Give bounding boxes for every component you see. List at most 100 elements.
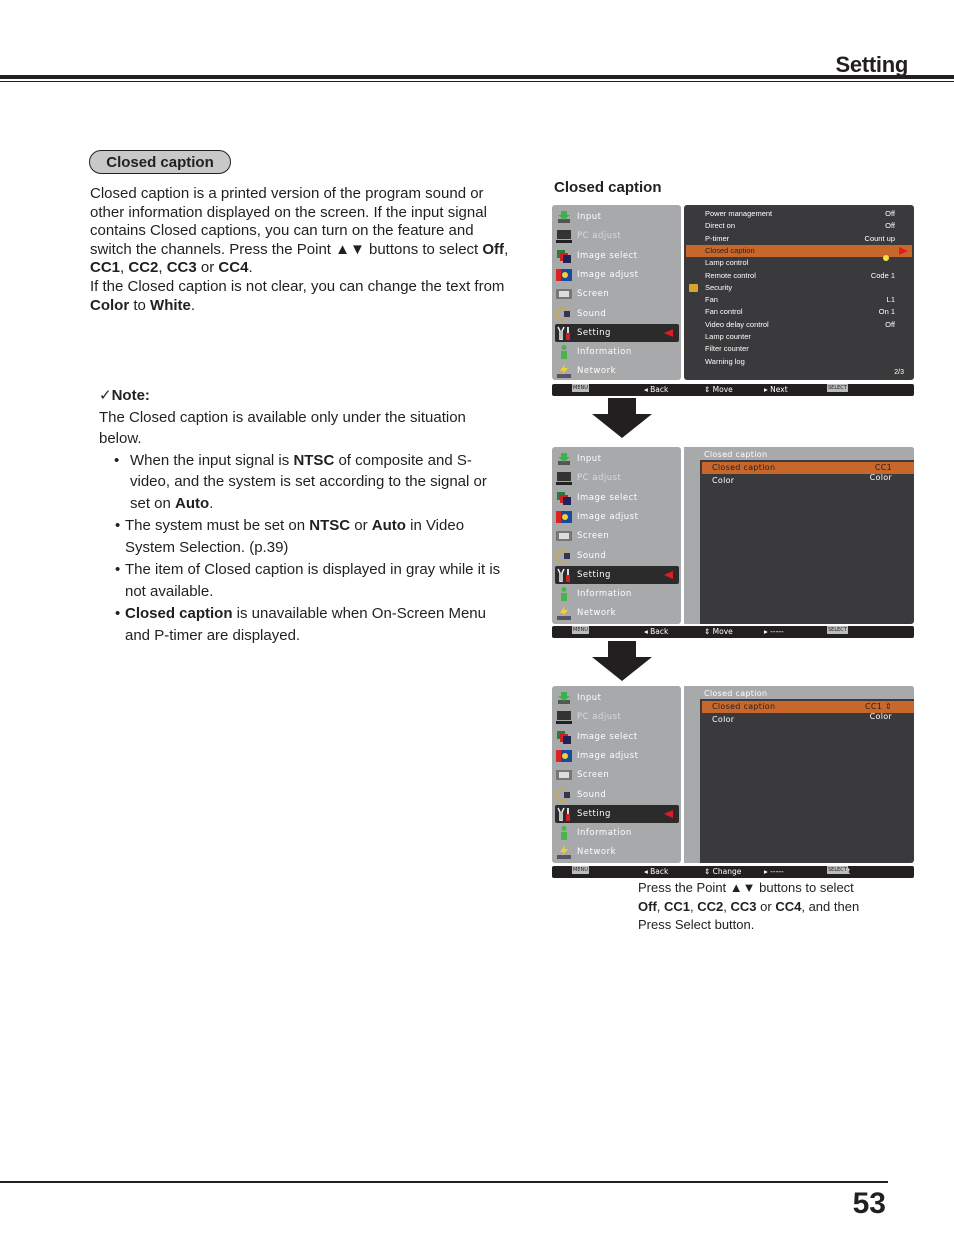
footer-hint-label: Back [650, 627, 669, 636]
menu-item-input[interactable]: Input [555, 208, 679, 226]
row-label: P-timer [705, 233, 730, 243]
lamp-indicator-icon [883, 255, 889, 262]
menu-item-image-select[interactable]: Image select [555, 247, 679, 265]
menu-item-label: Input [577, 693, 602, 703]
bold-term: CC4 [218, 259, 249, 277]
osd-closed-caption-panel: Closed caption Closed caption CC1 Color Col… [684, 447, 914, 624]
menu-item-screen[interactable]: Screen [555, 527, 679, 545]
osd-main-menu: Input PC adjust Image select Image adjust Sc… [552, 205, 681, 380]
setting-row-lamp-control[interactable]: Lamp control [705, 255, 911, 269]
menu-item-network[interactable]: Network [555, 843, 679, 861]
menu-item-label: Screen [577, 289, 610, 300]
footer-hint-label: Back [650, 385, 669, 394]
bold-term: CC4 [775, 898, 802, 914]
menu-item-input[interactable]: Input [555, 689, 679, 707]
menu-item-label: Information [577, 828, 632, 839]
menu-item-image-adjust[interactable]: Image adjust [555, 508, 679, 526]
text-run: or [350, 517, 372, 534]
footer-hint-exit: MENU Exit [572, 384, 589, 396]
footer-hint-select: SELECT Select [827, 866, 850, 878]
osd-footer: MENU Exit ◂ Back ⇕ Move ▸ Next SELECT Next [552, 384, 914, 396]
note-block: ✓Note: The Closed caption is available o… [99, 385, 509, 646]
setting-row-lamp-counter[interactable]: Lamp counter [705, 331, 911, 343]
osd-footer: MENU Exit ◂ Back ⇕ Move ▸ ----- SELECT Next [552, 626, 914, 638]
setting-icon [557, 807, 570, 821]
image-adjust-icon [556, 749, 572, 762]
setting-row-video-delay-control[interactable]: Video delay control Off [705, 319, 911, 331]
note-title: Note: [111, 387, 150, 404]
input-icon [558, 211, 570, 223]
page-number: 53 [852, 1187, 886, 1220]
intro-text: Closed caption is a printed version of t… [90, 185, 510, 315]
submenu-row-color[interactable]: Color Color [702, 473, 914, 487]
menu-item-sound[interactable]: Sound [555, 305, 679, 323]
row-label: Warning log [705, 356, 745, 366]
bold-term: Auto [371, 517, 406, 534]
menu-item-label: Sound [577, 789, 607, 800]
menu-item-screen[interactable]: Screen [555, 285, 679, 303]
menu-item-information[interactable]: Information [555, 585, 679, 603]
menu-item-screen[interactable]: Screen [555, 766, 679, 784]
row-label: Filter counter [705, 344, 749, 354]
setting-row-closed-caption[interactable]: Closed caption [686, 244, 912, 258]
input-icon [558, 453, 570, 465]
text-run: , [158, 259, 167, 277]
bold-term: Closed caption [125, 605, 233, 622]
intro-paragraph: Closed caption is a printed version of t… [90, 185, 510, 278]
menu-item-image-adjust[interactable]: Image adjust [555, 266, 679, 284]
menu-item-input[interactable]: Input [555, 450, 679, 468]
menu-item-label: Setting [577, 808, 611, 819]
row-label: Direct on [705, 221, 736, 231]
text-run: . [248, 259, 253, 277]
setting-row-fan[interactable]: Fan L1 [705, 294, 911, 306]
text-run: If the Closed caption is not clear, you … [90, 277, 505, 295]
menu-item-information[interactable]: Information [555, 824, 679, 842]
menu-item-setting[interactable]: Setting [555, 565, 679, 584]
setting-row-direct-on[interactable]: Direct on Off [705, 220, 911, 232]
menu-item-setting[interactable]: Setting [555, 804, 679, 823]
menu-item-label: Sound [577, 308, 607, 319]
image-select-icon [557, 249, 571, 263]
row-label: Fan [705, 295, 718, 305]
menu-item-pc-adjust[interactable]: PC adjust [555, 227, 679, 245]
setting-row-remote-control[interactable]: Remote control Code 1 [705, 270, 911, 282]
menu-item-image-select[interactable]: Image select [555, 489, 679, 507]
bold-term: CC3 [166, 259, 197, 277]
menu-item-label: Image adjust [577, 269, 639, 280]
header-rule [0, 75, 954, 79]
menu-item-sound[interactable]: Sound [555, 786, 679, 804]
setting-row-security[interactable]: Security [689, 282, 911, 294]
note-item: • Closed caption is unavailable when On-S… [115, 605, 486, 644]
menu-item-label: Information [577, 347, 632, 358]
setting-row-fan-control[interactable]: Fan control On 1 [705, 306, 911, 318]
information-icon [561, 587, 567, 602]
setting-row-filter-counter[interactable]: Filter counter [705, 343, 911, 355]
bold-term: NTSC [309, 517, 351, 534]
menu-item-setting[interactable]: Setting [555, 323, 679, 342]
menu-item-pc-adjust[interactable]: PC adjust [555, 469, 679, 487]
menu-item-label: Network [577, 366, 616, 377]
text-run: . [209, 494, 214, 512]
menu-item-sound[interactable]: Sound [555, 547, 679, 565]
setting-row-power-management[interactable]: Power management Off [705, 208, 911, 220]
menu-item-network[interactable]: Network [555, 604, 679, 622]
bold-term: Color [90, 296, 130, 314]
setting-row-p-timer[interactable]: P-timer Count up [705, 233, 911, 245]
footer-hint-next: ▸ ----- [764, 867, 784, 876]
submenu-row-color[interactable]: Color Color [702, 712, 914, 726]
menu-item-label: Input [577, 212, 602, 222]
menu-item-information[interactable]: Information [555, 343, 679, 361]
menu-item-image-adjust[interactable]: Image adjust [555, 747, 679, 765]
footer-hint-label: Change [712, 867, 742, 876]
figure-caption: Press the Point ▲▼ buttons to select Off… [638, 879, 878, 935]
row-label: Lamp counter [705, 332, 751, 341]
bold-term: Off [482, 240, 505, 258]
note-intro: The Closed caption is available only und… [99, 408, 466, 448]
menu-item-image-select[interactable]: Image select [555, 728, 679, 746]
screen-icon [556, 289, 572, 300]
information-icon [561, 826, 567, 841]
footer-hint-select: SELECT Next [827, 384, 848, 396]
setting-row-warning-log[interactable]: Warning log [705, 356, 911, 368]
menu-item-pc-adjust[interactable]: PC adjust [555, 708, 679, 726]
menu-item-network[interactable]: Network [555, 362, 679, 380]
